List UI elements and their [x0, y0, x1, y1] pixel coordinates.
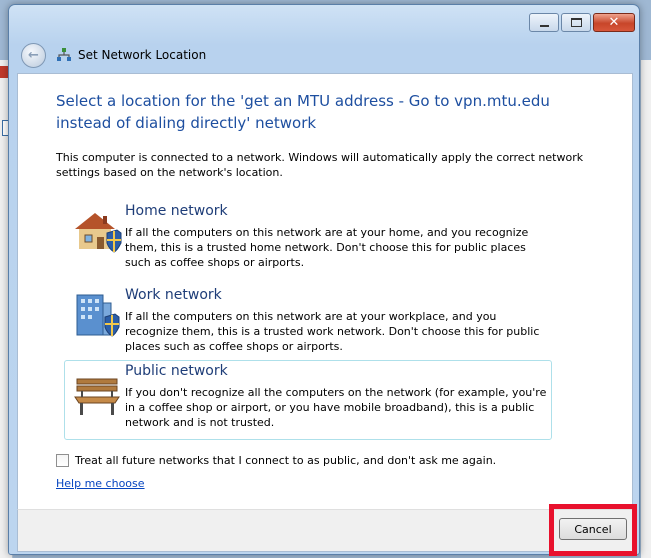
minimize-button[interactable]: [529, 13, 559, 32]
dialog-titlebar: ← Set Network Location: [21, 41, 206, 69]
back-button[interactable]: ←: [21, 42, 46, 68]
public-network-option[interactable]: Public network If you don't recognize al…: [64, 360, 552, 440]
treat-public-checkbox-row[interactable]: Treat all future networks that I connect…: [56, 454, 496, 467]
dialog-content: Select a location for the 'get an MTU ad…: [17, 73, 633, 510]
public-network-description: If you don't recognize all the computers…: [125, 386, 547, 429]
page-heading: Select a location for the 'get an MTU ad…: [56, 92, 550, 132]
network-icon: [57, 48, 71, 61]
help-me-choose-link[interactable]: Help me choose: [56, 477, 145, 490]
dialog-title: Set Network Location: [78, 48, 207, 62]
minimize-icon: [539, 24, 549, 27]
work-network-option[interactable]: Work network If all the computers on thi…: [64, 284, 552, 364]
maximize-button[interactable]: [561, 13, 591, 32]
home-network-title: Home network: [125, 203, 228, 219]
cancel-button[interactable]: Cancel: [559, 518, 627, 540]
building-shield-icon: [76, 294, 120, 337]
set-network-location-dialog: ✕ ← Set Network Location Select a locati…: [8, 4, 640, 556]
treat-public-label[interactable]: Treat all future networks that I connect…: [75, 454, 496, 467]
house-shield-icon: [75, 213, 122, 253]
back-arrow-icon: ←: [28, 47, 39, 63]
work-network-description: If all the computers on this network are…: [125, 310, 540, 353]
background-window-right: [641, 60, 651, 558]
home-network-option[interactable]: Home network If all the computers on thi…: [64, 200, 552, 280]
work-network-title: Work network: [125, 287, 222, 303]
close-button[interactable]: ✕: [593, 13, 635, 32]
public-network-title: Public network: [125, 363, 228, 379]
intro-text: This computer is connected to a network.…: [56, 151, 584, 179]
dialog-footer: Cancel: [17, 504, 637, 556]
park-bench-icon: [74, 378, 120, 415]
close-icon: ✕: [608, 15, 620, 30]
treat-public-checkbox[interactable]: [56, 454, 69, 467]
maximize-icon: [570, 18, 582, 27]
caption-buttons: ✕: [529, 13, 635, 32]
home-network-description: If all the computers on this network are…: [125, 226, 529, 269]
